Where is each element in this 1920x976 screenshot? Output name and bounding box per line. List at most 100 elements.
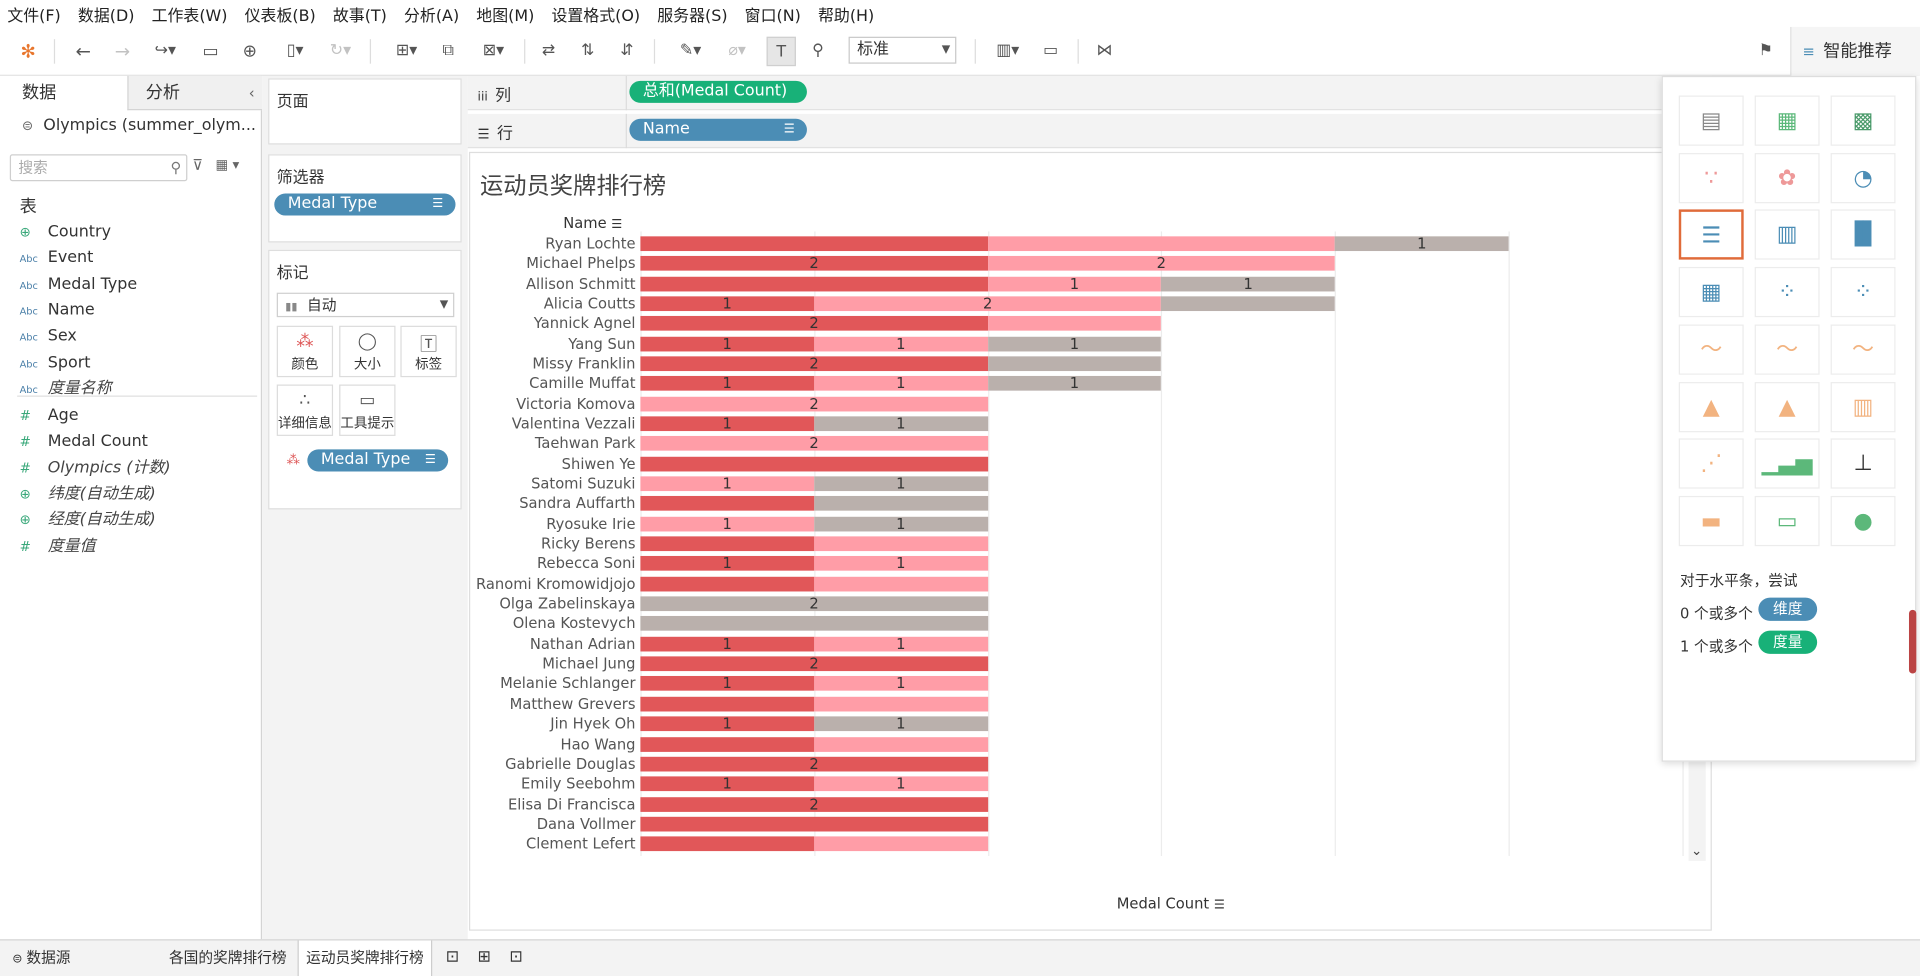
- show-cards-icon[interactable]: ▥▾: [987, 37, 1029, 66]
- new-worksheet-icon[interactable]: ⊞▾: [384, 37, 428, 66]
- row-label[interactable]: Hao Wang: [470, 734, 636, 754]
- sort-ascending-icon[interactable]: ⇅: [576, 37, 600, 66]
- bullet-graph-icon[interactable]: ▭: [1754, 495, 1820, 547]
- menu-item[interactable]: 工作表(W): [152, 2, 228, 25]
- filled-map-icon[interactable]: ✿: [1754, 152, 1820, 203]
- bar-segment-gold[interactable]: [640, 236, 988, 252]
- bar-segment-gold[interactable]: [640, 276, 988, 292]
- bar-segment-gold[interactable]: [640, 816, 988, 832]
- rows-pill[interactable]: Name ☰: [629, 118, 807, 141]
- row-label[interactable]: Emily Seebohm: [470, 774, 635, 794]
- tab-datasource[interactable]: ⊜ 数据源: [5, 940, 152, 976]
- row-label[interactable]: Matthew Grevers: [470, 694, 636, 714]
- field-item[interactable]: # Medal Count: [20, 429, 148, 455]
- side-by-side-bars-icon[interactable]: ▐▌: [1830, 209, 1896, 261]
- marks-pill-medal-type[interactable]: Medal Type ☰: [307, 449, 449, 472]
- tab-sheet-athletes[interactable]: 运动员奖牌排行榜: [297, 940, 433, 976]
- text-table-icon[interactable]: ▤: [1678, 95, 1744, 146]
- collapse-icon[interactable]: ‹: [249, 76, 255, 110]
- undo-icon[interactable]: ←: [71, 37, 95, 66]
- duplicate-sheet-icon[interactable]: ⧉: [436, 37, 460, 66]
- redo-icon[interactable]: →: [110, 37, 134, 66]
- bar-segment-gold[interactable]: [640, 536, 815, 552]
- row-label[interactable]: Ranomi Kromowidjojo: [470, 574, 635, 594]
- menu-item[interactable]: 文件(F): [7, 2, 60, 25]
- bar-segment-silver[interactable]: [814, 696, 988, 712]
- row-label[interactable]: Rebecca Soni: [470, 554, 636, 574]
- field-item[interactable]: ⊕ 纬度(自动生成): [20, 481, 156, 507]
- bar-segment-silver[interactable]: [814, 576, 988, 592]
- bar-segment-gold[interactable]: [640, 836, 815, 852]
- marks-card[interactable]: 标记 ▮▮ 自动 ▼ ⁂ 颜色 ◯ 大小 🅃 标签 ∴ 详细信息 ▭ 工具提示 …: [268, 249, 462, 510]
- pause-updates-icon[interactable]: ▯▾: [274, 37, 316, 66]
- bar-segment-gold[interactable]: [640, 456, 988, 472]
- area-discrete-icon[interactable]: ▲: [1754, 381, 1820, 432]
- tab-analysis[interactable]: 分析 ‹: [127, 75, 263, 111]
- menu-item[interactable]: 数据(D): [78, 2, 135, 25]
- row-label[interactable]: Camille Muffat: [470, 374, 635, 394]
- row-label[interactable]: Yang Sun: [470, 334, 635, 354]
- rows-shelf[interactable]: ☰ 行 Name ☰: [467, 113, 1712, 149]
- filters-card[interactable]: 筛选器 Medal Type ☰: [268, 154, 462, 243]
- mark-type-select[interactable]: ▮▮ 自动 ▼: [276, 292, 455, 318]
- replay-icon[interactable]: ↪▾: [147, 37, 184, 66]
- show-me-scrollbar[interactable]: [1908, 609, 1917, 674]
- menu-item[interactable]: 设置格式(O): [551, 2, 640, 25]
- refresh-icon[interactable]: ↻▾: [321, 37, 360, 66]
- row-label[interactable]: Valentina Vezzali: [470, 414, 636, 434]
- horizontal-bars-icon[interactable]: ☰: [1678, 209, 1744, 261]
- filter-icon[interactable]: ⊽: [192, 157, 203, 174]
- new-worksheet-icon[interactable]: ⊡: [438, 940, 466, 976]
- menu-item[interactable]: 仪表板(B): [245, 2, 316, 25]
- menu-item[interactable]: 服务器(S): [657, 2, 727, 25]
- save-icon[interactable]: ▭: [198, 37, 222, 66]
- field-item[interactable]: Abc Medal Type: [20, 271, 138, 297]
- continuous-lines-icon[interactable]: 〜: [1678, 324, 1744, 375]
- packed-bubbles-icon[interactable]: ●: [1830, 495, 1896, 547]
- gantt-chart-icon[interactable]: ▬: [1678, 495, 1744, 547]
- highlight-table-icon[interactable]: ▩: [1830, 95, 1896, 146]
- columns-pill[interactable]: 总和(Medal Count): [629, 80, 807, 103]
- datasource-item[interactable]: ⊜ Olympics (summer_olym...: [22, 116, 256, 134]
- clear-sheet-icon[interactable]: ⊠▾: [473, 37, 515, 66]
- area-continuous-icon[interactable]: ▲: [1678, 381, 1744, 432]
- filter-pill-medal-type[interactable]: Medal Type ☰: [274, 193, 456, 216]
- new-dashboard-icon[interactable]: ⊞: [470, 940, 498, 976]
- size-button[interactable]: ◯ 大小: [339, 325, 396, 378]
- row-label[interactable]: Olena Kostevych: [470, 614, 636, 634]
- bar-segment-gold[interactable]: [640, 576, 815, 592]
- bar-segment-silver[interactable]: [814, 736, 988, 752]
- tableau-logo-icon[interactable]: ✻: [17, 37, 39, 66]
- tab-sheet-countries[interactable]: 各国的奖牌排行榜: [162, 940, 294, 976]
- bar-segment-silver[interactable]: [987, 316, 1162, 332]
- field-item[interactable]: Abc Name: [20, 297, 95, 323]
- menu-item[interactable]: 帮助(H): [818, 2, 874, 25]
- side-by-side-circles-icon[interactable]: ⁘: [1830, 267, 1896, 318]
- menu-item[interactable]: 故事(T): [333, 2, 387, 25]
- pin-icon[interactable]: ⚑: [1753, 37, 1777, 66]
- bar-segment-gold[interactable]: [640, 496, 815, 512]
- row-label[interactable]: Dana Vollmer: [470, 814, 636, 834]
- menu-item[interactable]: 窗口(N): [745, 2, 801, 25]
- search-input[interactable]: 搜索 ⚲: [9, 154, 188, 182]
- circle-views-icon[interactable]: ⁘: [1754, 267, 1820, 318]
- bar-segment-gold[interactable]: [640, 696, 815, 712]
- bar-segment-bronze[interactable]: [814, 496, 988, 512]
- new-datasource-icon[interactable]: ⊕: [238, 37, 262, 66]
- row-label[interactable]: Missy Franklin: [470, 354, 635, 374]
- sort-descending-icon[interactable]: ⇵: [615, 37, 639, 66]
- row-label[interactable]: Gabrielle Douglas: [470, 754, 635, 774]
- bar-segment-bronze[interactable]: [640, 616, 988, 632]
- row-label[interactable]: Michael Phelps: [470, 254, 635, 274]
- row-label[interactable]: Yannick Agnel: [470, 314, 636, 334]
- field-item[interactable]: # Olympics (计数): [20, 455, 171, 481]
- menu-item[interactable]: 分析(A): [404, 2, 459, 25]
- columns-shelf[interactable]: iii 列 总和(Medal Count): [467, 75, 1712, 111]
- bar-segment-gold[interactable]: [640, 736, 815, 752]
- fix-axes-icon[interactable]: ⚲: [806, 37, 830, 66]
- presentation-icon[interactable]: ▭: [1038, 37, 1062, 66]
- bar-segment-silver[interactable]: [814, 836, 988, 852]
- row-label[interactable]: Shiwen Ye: [470, 454, 636, 474]
- field-item[interactable]: Abc Sex: [20, 324, 77, 350]
- row-label[interactable]: Satomi Suzuki: [470, 474, 635, 494]
